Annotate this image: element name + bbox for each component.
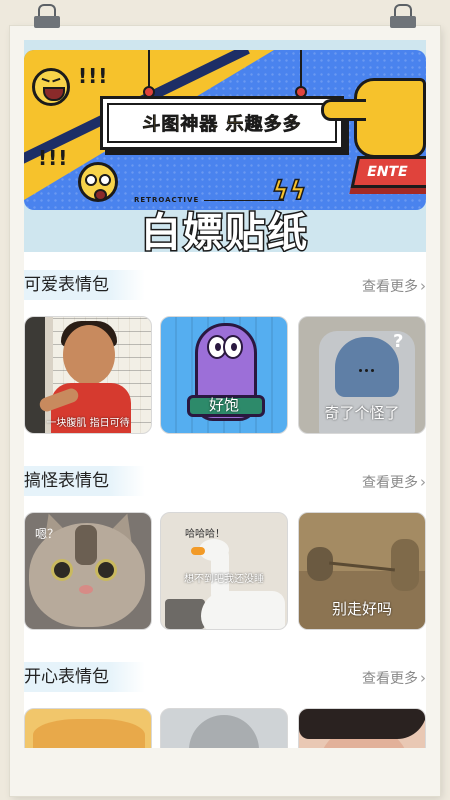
sticker-card[interactable]: 哈哈哈！ 想不到吧我还没睡 — [160, 512, 288, 630]
sticker-caption-top: 哈哈哈！ — [185, 529, 225, 540]
sticker-card[interactable]: 一块腹肌 指日可待 — [24, 316, 152, 434]
banner-title: 白嫖贴纸 — [140, 209, 309, 253]
view-more-label: 查看更多 — [362, 671, 418, 687]
sticker-card[interactable]: 别走好吗 — [298, 512, 426, 630]
binder-clip-left — [30, 4, 64, 32]
banner-tagline: 斗图神器 乐趣多多 — [107, 103, 337, 143]
sticker-row — [24, 708, 426, 748]
exclaim-mark: !!! — [38, 146, 69, 170]
section-title: 开心表情包 — [24, 662, 145, 692]
sticker-card[interactable] — [24, 708, 152, 748]
pointing-hand-icon — [321, 78, 426, 158]
sticker-card[interactable]: ? 奇了个怪了 — [298, 316, 426, 434]
sticker-card[interactable] — [298, 708, 426, 748]
view-more-label: 查看更多 — [362, 279, 418, 295]
hang-string — [148, 50, 150, 90]
view-more-link[interactable]: 查看更多 › — [362, 668, 426, 688]
enter-key-icon: ENTE — [350, 156, 426, 188]
app-screen: !!! !!! 斗图神器 乐趣多多 RETROACTIVE ϟϟ ENTE 白嫖… — [24, 40, 426, 748]
view-more-link[interactable]: 查看更多 › — [362, 276, 426, 296]
sticker-row: 嗯？ 哈哈哈！ 想不到吧我还没睡 别走好吗 — [24, 512, 426, 630]
sticker-caption: 一块腹肌 指日可待 — [46, 418, 130, 429]
hero-banner[interactable]: !!! !!! 斗图神器 乐趣多多 RETROACTIVE ϟϟ ENTE 白嫖… — [24, 40, 426, 252]
sticker-card[interactable]: 好饱 — [160, 316, 288, 434]
section-header: 开心表情包 查看更多 › — [24, 660, 426, 694]
sticker-caption: 好饱 — [208, 396, 239, 414]
laughing-emoji-icon — [32, 68, 70, 106]
sticker-caption: 别走好吗 — [331, 600, 392, 618]
sticker-card[interactable] — [160, 708, 288, 748]
exclaim-mark: !!! — [78, 64, 109, 88]
sticker-caption: 想不到吧我还没睡 — [184, 574, 264, 585]
view-more-link[interactable]: 查看更多 › — [362, 472, 426, 492]
section-header: 搞怪表情包 查看更多 › — [24, 464, 426, 498]
binder-clip-right — [386, 4, 420, 32]
section-title: 搞怪表情包 — [24, 466, 145, 496]
sticker-row: 一块腹肌 指日可待 好饱 ? 奇了个怪了 — [24, 316, 426, 434]
banner-card: !!! !!! 斗图神器 乐趣多多 RETROACTIVE ϟϟ ENTE — [24, 50, 426, 210]
view-more-label: 查看更多 — [362, 475, 418, 491]
section-header: 可爱表情包 查看更多 › — [24, 268, 426, 302]
banner-sign: 斗图神器 乐趣多多 — [100, 96, 344, 150]
sticker-caption: 奇了个怪了 — [324, 404, 400, 422]
section-title: 可爱表情包 — [24, 270, 145, 300]
sticker-caption: 嗯？ — [35, 527, 60, 541]
chevron-right-icon: › — [420, 473, 426, 491]
hang-string — [300, 50, 302, 90]
chevron-right-icon: › — [420, 669, 426, 687]
sticker-card[interactable]: 嗯？ — [24, 512, 152, 630]
surprised-emoji-icon — [78, 162, 118, 202]
chevron-right-icon: › — [420, 277, 426, 295]
